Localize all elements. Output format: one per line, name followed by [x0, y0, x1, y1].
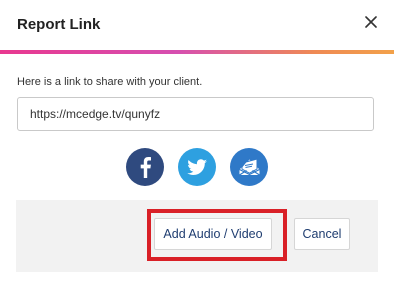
share-prompt: Here is a link to share with your client…	[17, 76, 203, 88]
dialog-header: Report Link	[0, 0, 394, 50]
share-facebook-button[interactable]	[126, 148, 164, 186]
close-icon	[365, 16, 377, 28]
cancel-button[interactable]: Cancel	[294, 218, 350, 250]
header-accent-line	[0, 50, 394, 54]
email-icon	[239, 158, 260, 176]
add-audio-video-button[interactable]: Add Audio / Video	[154, 218, 272, 250]
facebook-icon	[140, 157, 151, 178]
share-twitter-button[interactable]	[178, 148, 216, 186]
report-link-field[interactable]	[17, 97, 374, 131]
close-button[interactable]	[358, 9, 384, 35]
twitter-icon	[187, 159, 207, 175]
share-buttons	[0, 148, 394, 186]
share-email-button[interactable]	[230, 148, 268, 186]
dialog-title: Report Link	[17, 16, 101, 33]
dialog-footer: Add Audio / Video Cancel	[16, 200, 378, 272]
